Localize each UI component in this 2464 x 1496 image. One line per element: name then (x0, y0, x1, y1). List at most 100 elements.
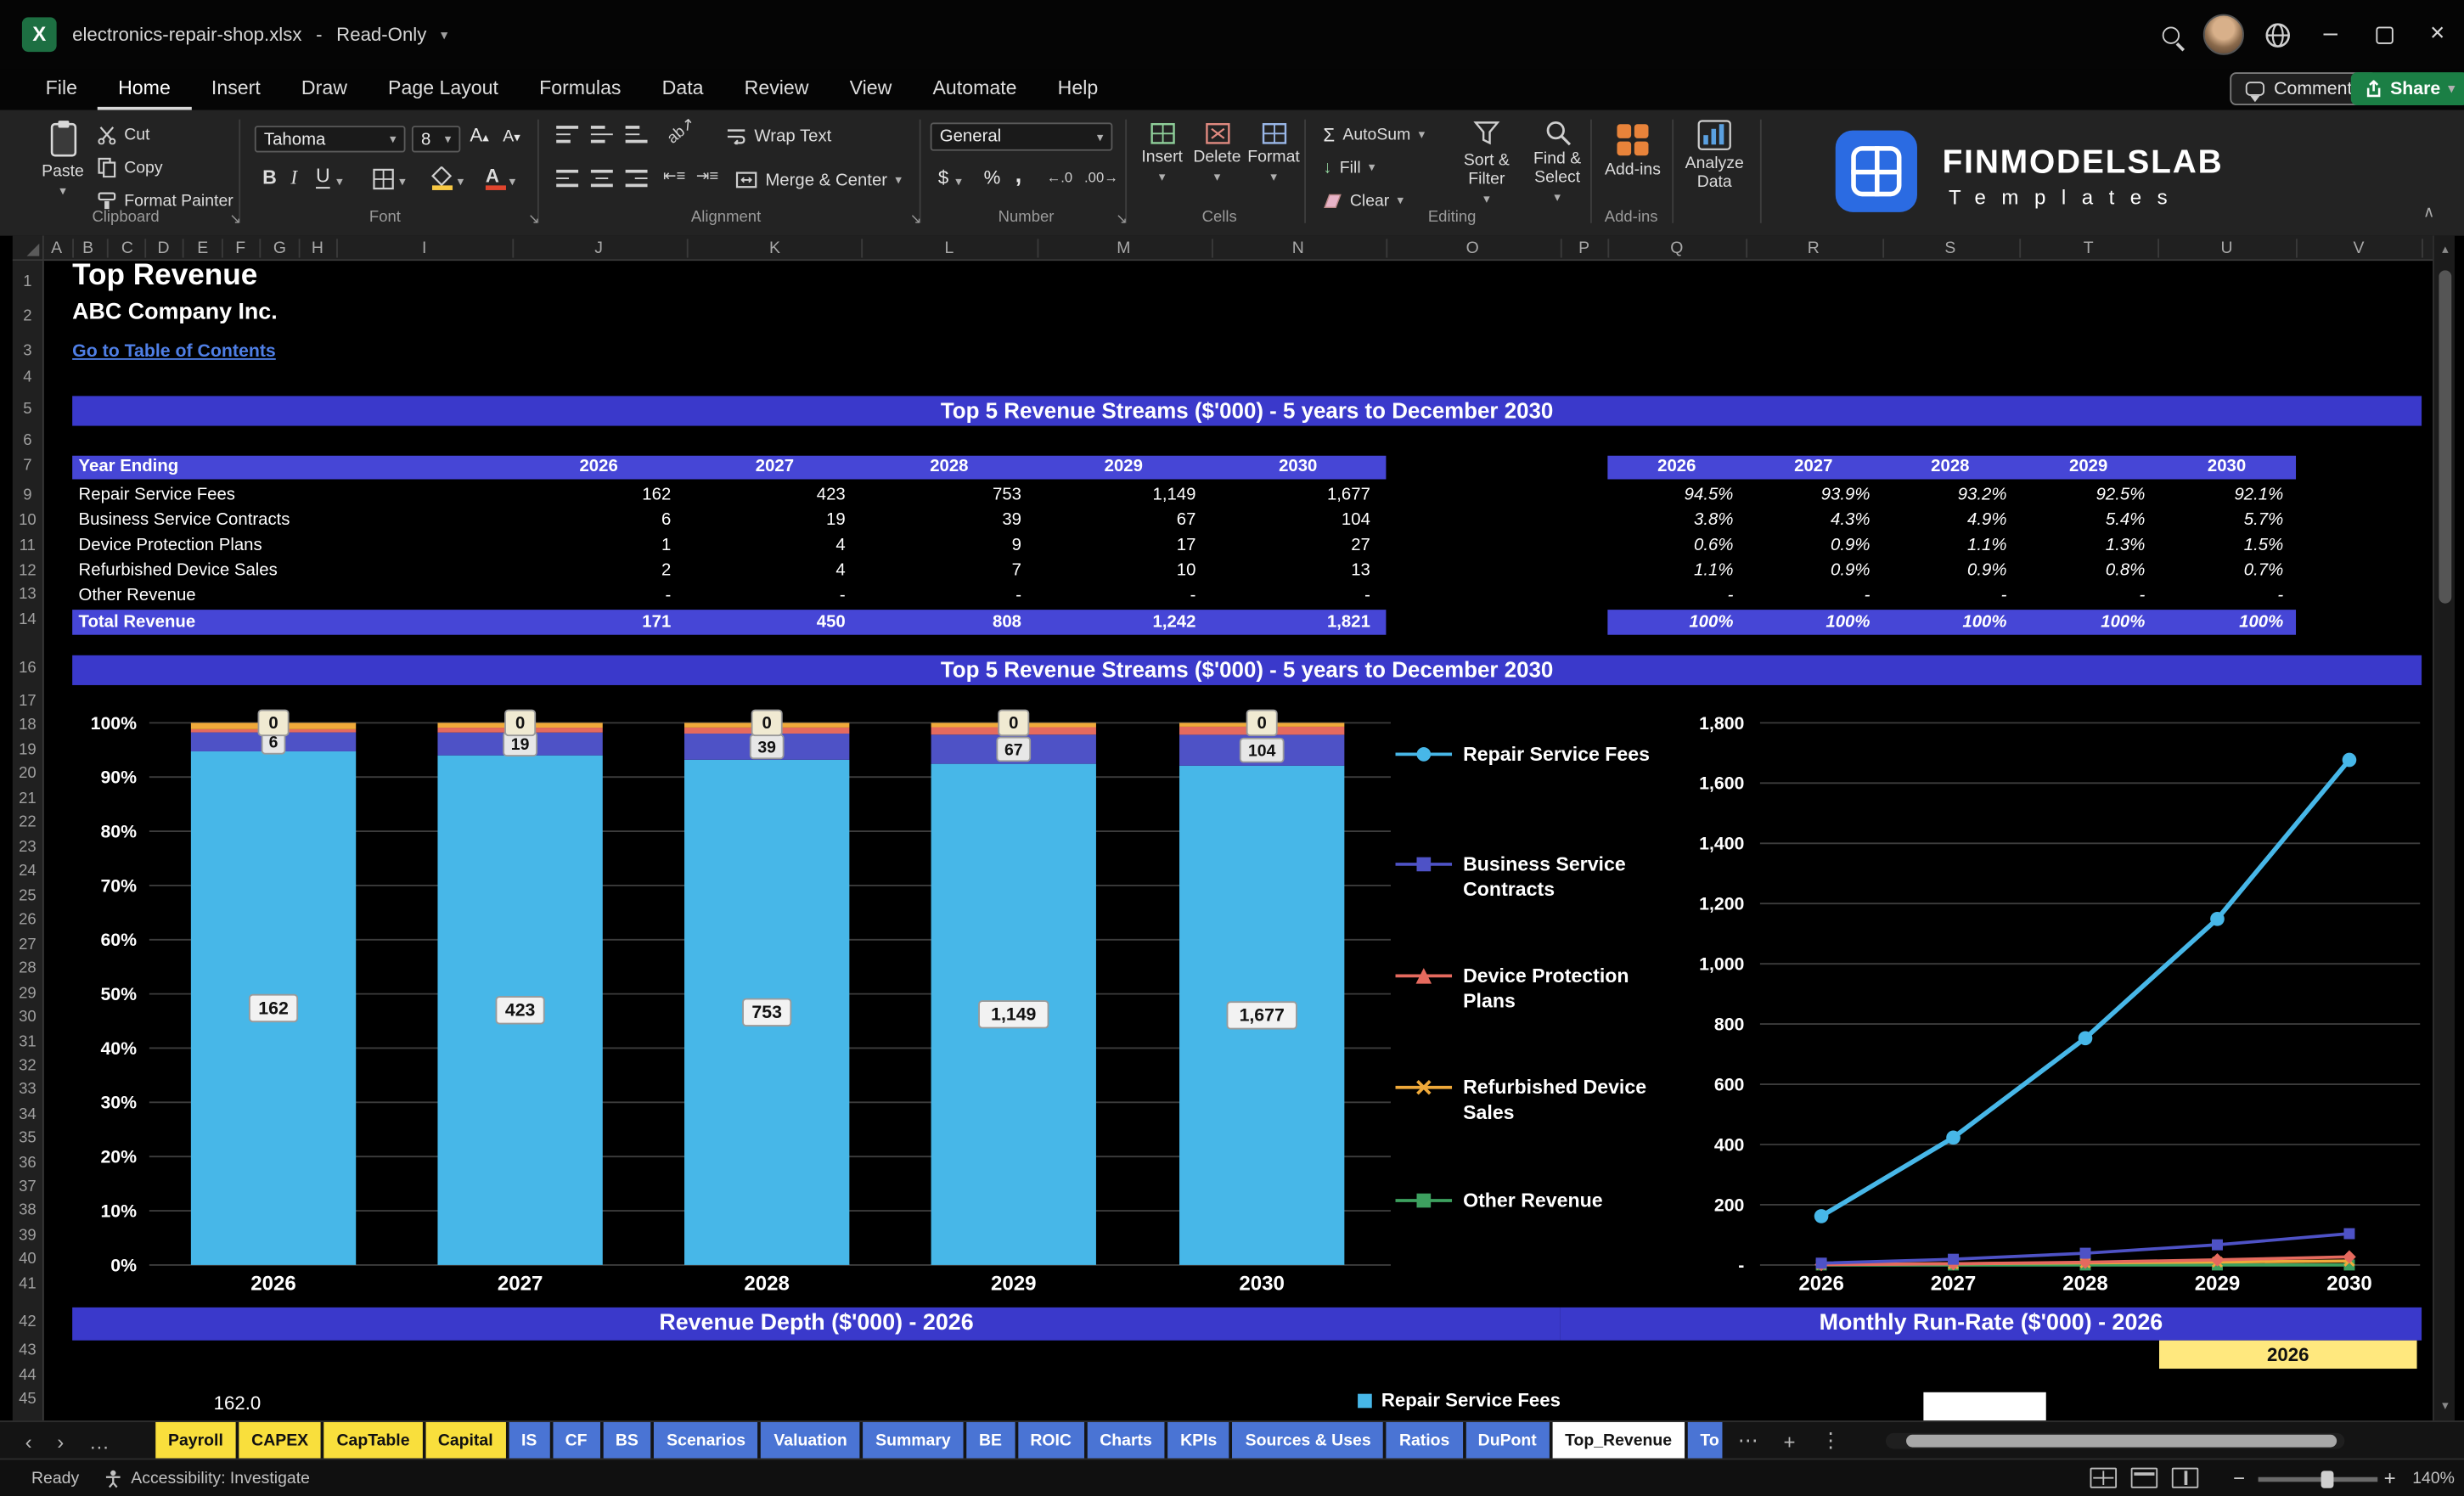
ribbon-tab-formulas[interactable]: Formulas (519, 69, 642, 110)
table-cell-value[interactable]: 1 (520, 534, 671, 558)
row-header-25[interactable]: 25 (13, 886, 42, 908)
table-row-label[interactable]: Business Service Contracts (79, 509, 506, 533)
search-icon[interactable] (2143, 0, 2197, 69)
table-cell-pct[interactable]: 0.6% (1607, 534, 1733, 558)
sheet-tab-valuation[interactable]: Valuation (761, 1421, 860, 1460)
col-header-v[interactable]: V (2335, 236, 2382, 262)
total-cell-value[interactable]: 171 (520, 610, 671, 634)
row-header-28[interactable]: 28 (13, 959, 42, 981)
row-header-43[interactable]: 43 (13, 1341, 42, 1363)
total-cell-value[interactable]: 450 (695, 610, 846, 634)
share-button[interactable]: Share ▾ (2350, 72, 2464, 106)
table-cell-value[interactable]: - (1045, 584, 1196, 608)
table-cell-value[interactable]: 13 (1219, 560, 1370, 583)
autosum-button[interactable]: Σ AutoSum ▾ (1323, 122, 1425, 146)
row-header-23[interactable]: 23 (13, 837, 42, 859)
table-year-header[interactable]: 2026 (512, 456, 685, 480)
row-header-24[interactable]: 24 (13, 861, 42, 883)
table-cell-value[interactable]: - (1219, 584, 1370, 608)
table-cell-value[interactable]: 1,149 (1045, 484, 1196, 508)
col-header-h[interactable]: H (294, 236, 341, 262)
close-button[interactable]: × (2411, 0, 2464, 69)
row-header-32[interactable]: 32 (13, 1056, 42, 1078)
row-header-26[interactable]: 26 (13, 910, 42, 932)
align-right-button[interactable] (625, 169, 648, 188)
table-cell-pct[interactable]: - (2019, 584, 2146, 608)
row-header-13[interactable]: 13 (13, 584, 42, 606)
grow-font-button[interactable]: A▴ (470, 124, 488, 146)
row-header-40[interactable]: 40 (13, 1249, 42, 1271)
pct-year-header[interactable]: 2030 (2157, 456, 2296, 480)
row-header-29[interactable]: 29 (13, 984, 42, 1006)
row-header-30[interactable]: 30 (13, 1007, 42, 1029)
table-cell-pct[interactable]: 5.4% (2019, 509, 2145, 533)
delete-cells-button[interactable]: Delete ▾ (1190, 122, 1245, 184)
col-header-n[interactable]: N (1274, 236, 1322, 262)
bold-button[interactable]: B (262, 166, 277, 188)
col-header-o[interactable]: O (1449, 236, 1496, 262)
dialog-launcher-icon[interactable]: ↘ (1116, 211, 1128, 228)
sheet-tab-cf[interactable]: CF (552, 1421, 600, 1460)
table-cell-value[interactable]: - (520, 584, 671, 608)
ribbon-tab-draw[interactable]: Draw (281, 69, 368, 110)
table-year-header[interactable]: 2027 (689, 456, 862, 480)
table-cell-value[interactable]: 104 (1219, 509, 1370, 533)
page-break-view-icon[interactable] (2171, 1467, 2199, 1488)
table-cell-value[interactable]: 162 (520, 484, 671, 508)
tab-scroll-left-icon[interactable]: ‹ (25, 1429, 32, 1453)
scroll-down-icon[interactable]: ▾ (2434, 1396, 2456, 1418)
row-header-19[interactable]: 19 (13, 740, 42, 762)
col-header-l[interactable]: L (925, 236, 973, 262)
sheet-tab-sources-uses[interactable]: Sources & Uses (1232, 1421, 1384, 1460)
sheet-tab-roic[interactable]: ROIC (1017, 1421, 1084, 1460)
ribbon-tab-home[interactable]: Home (98, 69, 191, 110)
total-cell-pct[interactable]: 100% (2157, 610, 2283, 634)
row-header-16[interactable]: 16 (13, 658, 42, 680)
row-header-20[interactable]: 20 (13, 763, 42, 785)
dialog-launcher-icon[interactable]: ↘ (910, 211, 922, 228)
sheet-tab-bs[interactable]: BS (603, 1421, 651, 1460)
row-header-4[interactable]: 4 (13, 368, 42, 390)
row-header-10[interactable]: 10 (13, 511, 42, 533)
table-cell-pct[interactable]: 3.8% (1607, 509, 1733, 533)
percent-style-button[interactable]: % (984, 166, 1001, 188)
globe-icon[interactable] (2250, 0, 2304, 69)
table-cell-pct[interactable]: 92.1% (2157, 484, 2283, 508)
sheet-tab-capex[interactable]: CAPEX (239, 1421, 321, 1460)
row-header-45[interactable]: 45 (13, 1389, 42, 1411)
table-cell-value[interactable]: 17 (1045, 534, 1196, 558)
column-headers[interactable]: ABCDEFGHIJKLMNOPQRSTUV (43, 235, 2433, 262)
total-cell-value[interactable]: 808 (870, 610, 1021, 634)
table-cell-value[interactable]: 10 (1045, 560, 1196, 583)
table-year-header[interactable]: 2030 (1212, 456, 1385, 480)
row-header-42[interactable]: 42 (13, 1312, 42, 1334)
sheet-tab-dupont[interactable]: DuPont (1465, 1421, 1550, 1460)
sheet-tab-scenarios[interactable]: Scenarios (654, 1421, 758, 1460)
add-sheet-button[interactable]: + (1771, 1422, 1809, 1459)
ribbon-tab-view[interactable]: View (830, 69, 913, 110)
add-ins-button[interactable]: Add-ins (1600, 122, 1666, 179)
tab-scroll-right-icon[interactable]: › (57, 1429, 64, 1453)
sheet-tab-be[interactable]: BE (966, 1421, 1015, 1460)
fill-button[interactable]: ↓ Fill ▾ (1323, 155, 1375, 179)
row-header-27[interactable]: 27 (13, 935, 42, 957)
row-header-3[interactable]: 3 (13, 341, 42, 363)
row-header-1[interactable]: 1 (13, 272, 42, 294)
maximize-button[interactable] (2357, 0, 2411, 69)
align-center-button[interactable] (590, 169, 613, 188)
row-header-12[interactable]: 12 (13, 561, 42, 583)
analyze-data-button[interactable]: Analyze Data (1679, 120, 1751, 192)
ribbon-tab-automate[interactable]: Automate (912, 69, 1037, 110)
col-header-k[interactable]: K (751, 236, 799, 262)
ribbon-tab-page-layout[interactable]: Page Layout (368, 69, 519, 110)
total-cell-value[interactable]: 1,242 (1045, 610, 1196, 634)
table-cell-value[interactable]: 4 (695, 560, 845, 583)
table-cell-value[interactable]: 753 (870, 484, 1021, 508)
table-cell-value[interactable]: - (870, 584, 1021, 608)
pct-year-header[interactable]: 2029 (2019, 456, 2157, 480)
col-header-i[interactable]: I (401, 236, 448, 262)
table-cell-value[interactable]: 6 (520, 509, 671, 533)
accounting-format-button[interactable]: $ (938, 166, 948, 188)
table-cell-value[interactable]: - (695, 584, 846, 608)
row-header-36[interactable]: 36 (13, 1153, 42, 1175)
